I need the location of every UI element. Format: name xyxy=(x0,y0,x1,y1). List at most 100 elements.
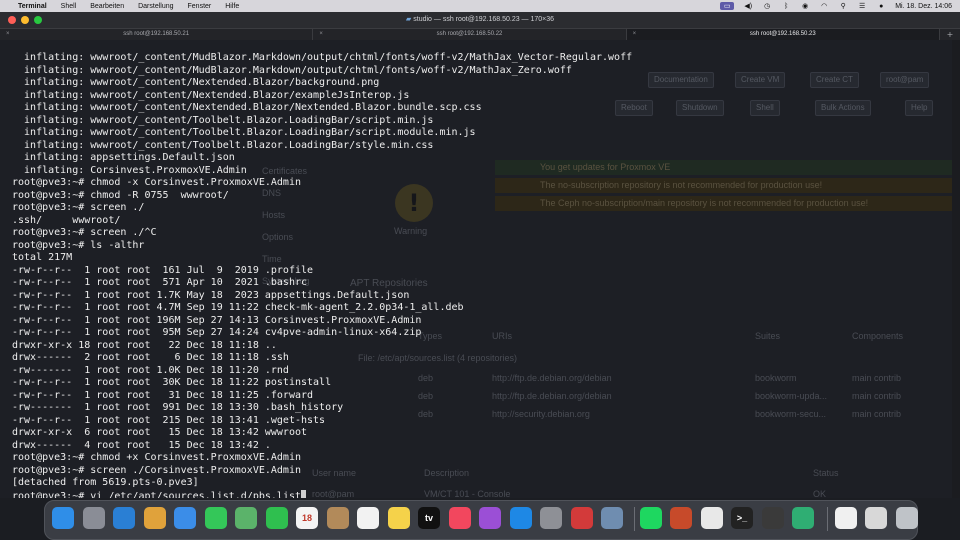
history-icon[interactable]: ◷ xyxy=(762,2,772,10)
control-center-icon[interactable]: ☰ xyxy=(857,2,867,10)
menu-shell[interactable]: Shell xyxy=(61,3,77,10)
calendar-icon[interactable]: 18 xyxy=(296,507,318,529)
terminal-line: -rw-r--r-- 1 root root 161 Jul 9 2019 .p… xyxy=(12,264,314,276)
launchpad-icon[interactable] xyxy=(82,507,105,529)
tab-close-icon[interactable]: × xyxy=(6,29,10,40)
chrome-icon[interactable] xyxy=(700,507,723,529)
app-store-icon[interactable] xyxy=(509,507,532,529)
terminal-line: drwx------ 4 root root 15 Dec 18 13:42 . xyxy=(12,439,271,451)
authy-icon[interactable] xyxy=(570,507,593,529)
terminal-line: -rw------- 1 root root 991 Dec 18 13:30 … xyxy=(12,402,344,413)
terminal-line: root@pve3:~# screen ./ xyxy=(12,202,145,213)
terminal-scrollbar[interactable] xyxy=(952,40,960,498)
menu-hilfe[interactable]: Hilfe xyxy=(225,3,239,10)
search-icon[interactable]: ⚲ xyxy=(838,2,848,10)
volume-icon[interactable]: ◀) xyxy=(743,2,753,10)
terminal-line: inflating: appsettings.Default.json xyxy=(12,152,235,163)
terminal-line: -rw-r--r-- 1 root root 571 Apr 10 2021 .… xyxy=(12,277,308,288)
terminal-line: inflating: wwwroot/_content/Nextended.Bl… xyxy=(12,89,410,101)
trash-icon[interactable] xyxy=(895,507,918,529)
wifi-icon[interactable]: ◠ xyxy=(819,2,829,10)
window-titlebar[interactable]: ▰ studio — ssh root@192.168.50.23 — 170×… xyxy=(0,12,960,29)
prompt: root@pve3:~# xyxy=(12,490,91,499)
tab-close-icon[interactable]: × xyxy=(633,29,637,40)
terminal-line: [detached from 5619.pts-0.pve3] xyxy=(12,477,199,488)
contacts-icon[interactable] xyxy=(326,507,349,529)
menu-bearbeiten[interactable]: Bearbeiten xyxy=(90,3,124,10)
terminal-line: -rw-r--r-- 1 root root 196M Sep 27 14:13… xyxy=(12,314,422,326)
preview-icon[interactable] xyxy=(865,507,887,529)
screen-share-icon[interactable]: ▭ xyxy=(720,2,735,10)
terminal-line: root@pve3:~# screen ./Corsinvest.Proxmox… xyxy=(12,464,301,476)
terminal-line: root@pve3:~# screen ./^C xyxy=(12,227,157,238)
terminal-line: .ssh/ wwwroot/ xyxy=(12,214,121,226)
photos-icon[interactable] xyxy=(143,507,166,529)
menu-bar: Terminal Shell Bearbeiten Darstellung Fe… xyxy=(0,0,960,12)
sync-icon[interactable] xyxy=(792,507,814,529)
podcasts-icon[interactable] xyxy=(479,507,501,529)
tab-ssh-23[interactable]: × ssh root@192.168.50.23 xyxy=(626,29,940,40)
music-icon[interactable] xyxy=(448,507,471,529)
siri-icon[interactable]: ● xyxy=(876,3,886,10)
spotify-icon[interactable] xyxy=(639,507,662,529)
finder-icon[interactable] xyxy=(52,507,74,529)
bluetooth-icon[interactable]: ᛒ xyxy=(781,3,791,10)
window-title-text: studio — ssh root@192.168.50.23 — 170×36 xyxy=(413,16,555,23)
window-title: ▰ studio — ssh root@192.168.50.23 — 170×… xyxy=(0,15,960,23)
messages-icon[interactable] xyxy=(204,507,227,529)
terminal-line: inflating: wwwroot/_content/Toolbelt.Bla… xyxy=(12,127,476,138)
terminal-line: inflating: wwwroot/_content/MudBlazor.Ma… xyxy=(12,52,633,63)
new-tab-button[interactable]: + xyxy=(940,29,960,40)
tab-close-icon[interactable]: × xyxy=(319,29,323,40)
terminal-line: root@pve3:~# chmod +x Corsinvest.Proxmox… xyxy=(12,452,301,463)
terminal-line: -rw-r--r-- 1 root root 30K Dec 18 11:22 … xyxy=(12,377,332,388)
terminal-line: inflating: wwwroot/_content/Toolbelt.Bla… xyxy=(12,114,434,126)
user-icon[interactable]: ◉ xyxy=(800,2,810,10)
tab-ssh-22[interactable]: × ssh root@192.168.50.22 xyxy=(313,29,627,40)
menubar-clock[interactable]: Mi. 18. Dez. 14:06 xyxy=(895,3,952,10)
terminal-current-line[interactable]: root@pve3:~# vi /etc/apt/sources.list.d/… xyxy=(12,489,306,499)
tab-ssh-21[interactable]: × ssh root@192.168.50.21 xyxy=(0,29,314,40)
command-input[interactable]: vi /etc/apt/sources.list.d/pbs.list xyxy=(90,491,301,499)
cursor xyxy=(301,489,306,498)
dock: 18 tv >_ xyxy=(44,500,918,540)
document-icon[interactable] xyxy=(834,507,857,529)
proxyman-icon[interactable] xyxy=(601,507,623,529)
terminal-line: inflating: wwwroot/_content/Toolbelt.Bla… xyxy=(12,139,434,151)
terminal-line: drwx------ 2 root root 6 Dec 18 11:18 .s… xyxy=(12,352,289,363)
reminders-icon[interactable] xyxy=(357,507,379,529)
dock-separator xyxy=(633,507,635,531)
notes-icon[interactable] xyxy=(387,507,410,529)
terminal-line: -rw-r--r-- 1 root root 215 Dec 18 13:41 … xyxy=(12,414,326,426)
tab-label: ssh root@192.168.50.22 xyxy=(436,31,503,37)
terminal-line: root@pve3:~# chmod -R 0755 wwwroot/ xyxy=(12,189,229,201)
terminal-line: -rw------- 1 root root 1.0K Dec 18 11:20… xyxy=(12,364,289,376)
maps-icon[interactable] xyxy=(235,507,257,529)
terminal-line: root@pve3:~# ls -althr xyxy=(12,239,145,251)
safari-icon[interactable] xyxy=(113,507,135,529)
calculator-icon[interactable] xyxy=(761,507,784,529)
terminal-line: -rw-r--r-- 1 root root 31 Dec 18 11:25 .… xyxy=(12,389,314,401)
tab-label: ssh root@192.168.50.23 xyxy=(749,31,816,37)
facetime-icon[interactable] xyxy=(265,507,288,529)
menu-fenster[interactable]: Fenster xyxy=(188,3,212,10)
dock-separator xyxy=(826,507,828,531)
system-settings-icon[interactable] xyxy=(540,507,562,529)
game-icon[interactable] xyxy=(670,507,692,529)
terminal-line: -rw-r--r-- 1 root root 4.7M Sep 19 11:22… xyxy=(12,302,464,313)
terminal-icon[interactable]: >_ xyxy=(731,507,753,529)
menu-terminal[interactable]: Terminal xyxy=(18,3,47,10)
mail-icon[interactable] xyxy=(174,507,196,529)
terminal-line: inflating: wwwroot/_content/Nextended.Bl… xyxy=(12,102,482,113)
tv-icon[interactable]: tv xyxy=(418,507,440,529)
menu-darstellung[interactable]: Darstellung xyxy=(138,3,173,10)
terminal-line: drwxr-xr-x 6 root root 15 Dec 18 13:42 w… xyxy=(12,427,308,438)
terminal-line: inflating: Corsinvest.ProxmoxVE.Admin xyxy=(12,164,247,176)
tab-label: ssh root@192.168.50.21 xyxy=(123,31,190,37)
terminal-line: -rw-r--r-- 1 root root 1.7K May 18 2023 … xyxy=(12,289,410,301)
folder-icon: ▰ xyxy=(405,16,412,23)
terminal-output[interactable]: inflating: wwwroot/_content/MudBlazor.Ma… xyxy=(0,40,952,498)
terminal-line: root@pve3:~# chmod -x Corsinvest.Proxmox… xyxy=(12,177,301,188)
terminal-line: -rw-r--r-- 1 root root 95M Sep 27 14:24 … xyxy=(12,327,422,338)
tab-bar: × ssh root@192.168.50.21 × ssh root@192.16… xyxy=(0,29,960,40)
